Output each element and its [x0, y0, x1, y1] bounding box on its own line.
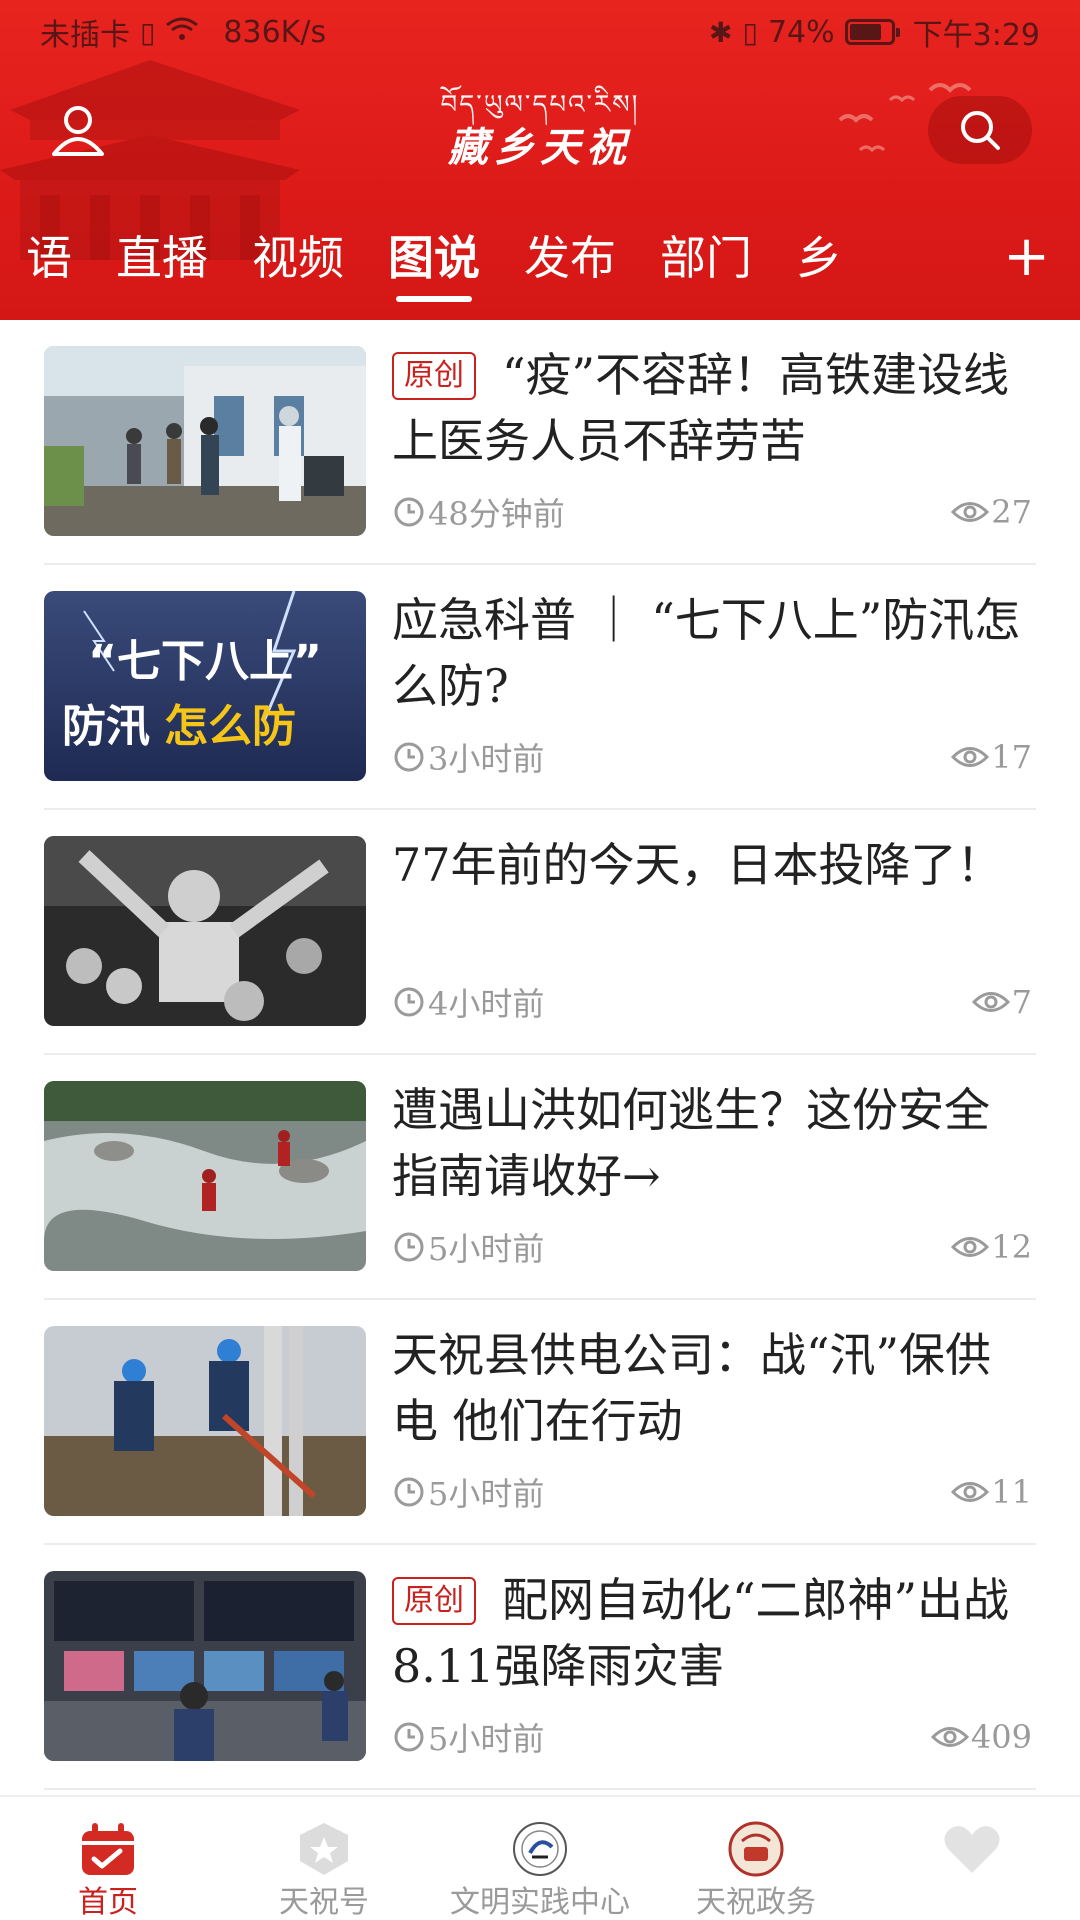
logo-tibetan-text: བོད་ཡུལ་དཔའ་རིས། — [440, 90, 640, 120]
nav-label: 天祝号 — [279, 1885, 369, 1920]
eye-icon — [930, 1727, 969, 1747]
article-item[interactable]: 天祝县供电公司：战“汛”保供电 他们在行动 5小时前 11 — [44, 1300, 1036, 1545]
tab-township[interactable]: 乡 — [796, 222, 842, 294]
search-button[interactable] — [928, 96, 1032, 164]
article-item[interactable]: 原创 “疫”不容辞！高铁建设线上医务人员不辞劳苦 48分钟前 27 — [44, 320, 1036, 565]
seal-icon — [728, 1821, 784, 1877]
tab-release[interactable]: 发布 — [524, 222, 616, 294]
article-thumbnail — [44, 346, 366, 536]
battery-fill — [849, 24, 881, 40]
article-meta: 48分钟前 27 — [392, 490, 1032, 534]
article-meta: 5小时前 12 — [392, 1225, 1032, 1269]
view-count: 12 — [991, 1228, 1032, 1266]
net-speed-text: 836K/s — [223, 14, 327, 50]
star-badge-icon — [300, 1823, 348, 1875]
view-count: 17 — [991, 738, 1032, 776]
clock-icon — [394, 1722, 424, 1752]
publish-time: 3小时前 — [428, 740, 545, 778]
nav-government-affairs[interactable]: 天祝政务 — [648, 1797, 864, 1920]
thumb-text-line1: “七下八上” — [88, 636, 322, 687]
logo-title-text: 藏乡天祝 — [448, 124, 632, 171]
nav-home[interactable]: 首页 — [0, 1797, 216, 1920]
view-count: 27 — [991, 493, 1032, 531]
article-title: 遭遇山洪如何逃生？这份安全指南请收好→ — [392, 1083, 990, 1203]
article-item[interactable]: 遭遇山洪如何逃生？这份安全指南请收好→ 5小时前 12 — [44, 1055, 1036, 1300]
nav-favorites[interactable] — [864, 1797, 1080, 1920]
clock-icon — [394, 987, 424, 1017]
calendar-check-icon — [82, 1823, 134, 1875]
eye-icon — [951, 502, 990, 522]
bottom-navigation: 首页 天祝号 文明实践中心 天祝政务 — [0, 1795, 1080, 1920]
publish-time: 5小时前 — [428, 1230, 545, 1268]
tab-pictures[interactable]: 图说 — [388, 222, 480, 302]
nav-label: 天祝政务 — [696, 1885, 816, 1920]
user-icon — [52, 106, 104, 156]
publish-time: 5小时前 — [428, 1475, 545, 1513]
channel-tabs: 语 直播 视频 图说 发布 部门 乡 — [0, 222, 1080, 302]
clock-text: 下午3:29 — [912, 18, 1040, 53]
original-tag: 原创 — [392, 352, 476, 400]
article-title-text: “疫”不容辞！高铁建设线上医务人员不辞劳苦 — [392, 348, 1010, 468]
article-title: 天祝县供电公司：战“汛”保供电 他们在行动 — [392, 1328, 992, 1448]
eye-icon — [971, 992, 1010, 1012]
article-thumbnail — [44, 836, 366, 1026]
article-title: 77年前的今天，日本投降了！ — [392, 838, 1003, 892]
view-count: 11 — [991, 1473, 1032, 1511]
emblem-icon — [513, 1822, 567, 1876]
vibrate-icon: ▯ — [742, 15, 758, 49]
battery-icon — [844, 19, 900, 45]
view-count: 409 — [970, 1718, 1032, 1756]
carrier-text: 未插卡 — [40, 18, 130, 53]
article-meta: 4小时前 7 — [392, 980, 1032, 1024]
view-count: 7 — [1011, 983, 1032, 1021]
article-title: 原创 “疫”不容辞！高铁建设线上医务人员不辞劳苦 — [392, 342, 1032, 474]
article-item[interactable]: “七下八上” 防汛 怎么防 应急科普 ｜ “七下八上”防汛怎么防? 3小时前 1… — [44, 565, 1036, 810]
article-thumbnail — [44, 1326, 366, 1516]
tab-language[interactable]: 语 — [26, 222, 72, 294]
article-list: 原创 “疫”不容辞！高铁建设线上医务人员不辞劳苦 48分钟前 27 “七下八上” … — [0, 320, 1080, 1790]
nav-civilization-center[interactable]: 文明实践中心 — [432, 1797, 648, 1920]
article-meta: 5小时前 11 — [392, 1470, 1032, 1514]
clock-icon — [394, 742, 424, 772]
original-tag: 原创 — [392, 1577, 476, 1625]
tab-video[interactable]: 视频 — [252, 222, 344, 294]
article-thumbnail — [44, 1081, 366, 1271]
app-header: 未插卡 ▯ 836K/s ✱ ▯ 74% 下午3:29 བོད་ཡུལ་དཔའ་… — [0, 0, 1080, 320]
eye-icon — [951, 747, 990, 767]
bluetooth-icon: ✱ — [709, 15, 733, 49]
app-logo: བོད་ཡུལ་དཔའ་རིས། 藏乡天祝 — [400, 88, 680, 178]
article-thumbnail — [44, 1571, 366, 1761]
status-bar: 未插卡 ▯ 836K/s ✱ ▯ 74% 下午3:29 — [0, 0, 1080, 64]
profile-button[interactable] — [48, 100, 108, 160]
tab-departments[interactable]: 部门 — [660, 222, 752, 294]
article-thumbnail: “七下八上” 防汛 怎么防 — [44, 591, 366, 781]
publish-time: 5小时前 — [428, 1720, 545, 1758]
article-item[interactable]: 77年前的今天，日本投降了！ 4小时前 7 — [44, 810, 1036, 1055]
clock-icon — [394, 1477, 424, 1507]
add-channel-button[interactable]: + — [1003, 224, 1050, 290]
nav-tianzhu-account[interactable]: 天祝号 — [216, 1797, 432, 1920]
publish-time: 4小时前 — [428, 985, 545, 1023]
article-title-text: 配网自动化“二郎神”出战8.11强降雨灾害 — [392, 1573, 1010, 1693]
article-title: 原创 配网自动化“二郎神”出战8.11强降雨灾害 — [392, 1567, 1032, 1699]
heart-icon — [944, 1826, 1000, 1873]
article-title: 应急科普 ｜ “七下八上”防汛怎么防? — [392, 593, 1021, 713]
article-item[interactable]: 原创 配网自动化“二郎神”出战8.11强降雨灾害 5小时前 409 — [44, 1545, 1036, 1790]
eye-icon — [951, 1237, 990, 1257]
publish-time: 48分钟前 — [428, 495, 565, 533]
tab-live[interactable]: 直播 — [116, 222, 208, 294]
thumb-text-line2b: 怎么防 — [164, 701, 296, 752]
wifi-icon — [165, 16, 199, 49]
nav-label: 首页 — [78, 1885, 138, 1920]
article-meta: 3小时前 17 — [392, 735, 1032, 779]
battery-percent-text: 74% — [767, 14, 835, 50]
sim-alert-icon: ▯ — [140, 15, 156, 49]
clock-icon — [394, 497, 424, 527]
nav-label: 文明实践中心 — [450, 1885, 630, 1920]
thumb-text-line2a: 防汛 — [62, 701, 150, 752]
clock-icon — [394, 1232, 424, 1262]
eye-icon — [951, 1482, 990, 1502]
search-icon — [961, 111, 1000, 150]
article-meta: 5小时前 409 — [392, 1715, 1032, 1759]
